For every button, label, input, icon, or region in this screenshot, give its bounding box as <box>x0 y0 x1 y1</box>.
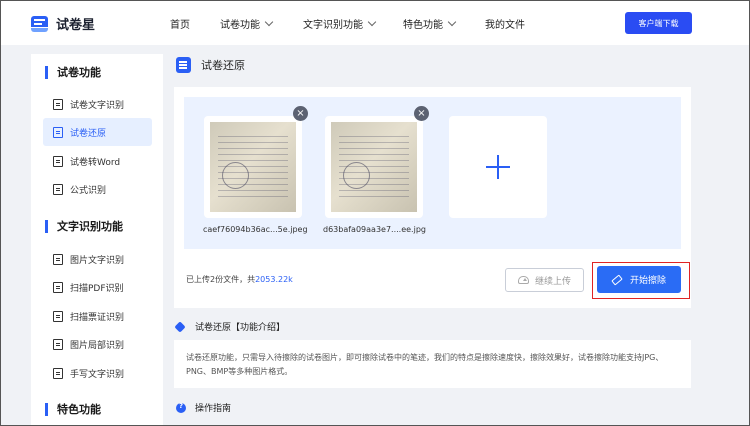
guide-heading[interactable]: 操作指南 <box>176 401 231 414</box>
sidebar-item-exam-text-recognition[interactable]: 试卷文字识别 <box>43 90 152 118</box>
sidebar-item-image-partial-recognition[interactable]: 图片局部识别 <box>43 330 152 358</box>
sidebar-item-label: 试卷转Word <box>70 157 121 168</box>
nav-home-label: 首页 <box>170 20 190 31</box>
file-name: caef76094b36ac...5e.jpeg <box>203 225 308 234</box>
sidebar-section-ocr: 文字识别功能 <box>45 220 123 233</box>
sidebar-item-exam-restore[interactable]: 试卷还原 <box>43 118 152 146</box>
sidebar-item-label: 扫描票证识别 <box>70 312 125 323</box>
nav-ocr-features-label: 文字识别功能 <box>303 20 363 31</box>
sidebar-item-label: 手写文字识别 <box>70 369 125 380</box>
nav-my-files[interactable]: 我的文件 <box>485 16 525 31</box>
intro-heading: 试卷还原【功能介绍】 <box>174 320 286 333</box>
page-title: 试卷还原 <box>201 59 245 72</box>
nav-home[interactable]: 首页 <box>170 16 190 31</box>
exam-paper-preview <box>331 122 417 212</box>
nav-ocr-features[interactable]: 文字识别功能 <box>303 16 377 31</box>
nav-special-features-label: 特色功能 <box>403 20 443 31</box>
intro-icon <box>174 320 186 333</box>
sidebar-item-image-text-recognition[interactable]: 图片文字识别 <box>43 245 152 273</box>
client-download-button[interactable]: 客户端下载 <box>625 12 692 34</box>
intro-text: 试卷还原功能，只需导入待擦除的试卷图片，即可擦除试卷中的笔迹，我们的特点是擦除速… <box>186 353 664 376</box>
sidebar-item-scan-pdf-recognition[interactable]: 扫描PDF识别 <box>43 273 152 301</box>
sidebar-section-special: 特色功能 <box>45 403 101 416</box>
close-icon: × <box>417 108 426 119</box>
sidebar-item-label: 扫描PDF识别 <box>70 283 124 294</box>
sidebar: 试卷功能 试卷文字识别 试卷还原 试卷转Word 公式识别 文字识别功能 图片文… <box>31 54 163 426</box>
nav-special-features[interactable]: 特色功能 <box>403 16 457 31</box>
sidebar-item-label: 试卷还原 <box>70 128 107 139</box>
ticket-icon <box>53 310 63 322</box>
file-name: d63bafa09aa3e7....ee.jpg <box>323 225 426 234</box>
formula-icon <box>53 183 63 195</box>
top-navigation: 试卷星 首页 试卷功能 文字识别功能 特色功能 我的文件 客户端下载 <box>0 0 750 45</box>
nav-exam-features-label: 试卷功能 <box>220 20 260 31</box>
nav-exam-features[interactable]: 试卷功能 <box>220 16 274 31</box>
sidebar-item-label: 图片局部识别 <box>70 340 125 351</box>
chevron-down-icon <box>264 17 274 27</box>
upload-summary: 已上传2份文件，共2053.22k <box>186 274 293 285</box>
sidebar-item-label: 图片文字识别 <box>70 255 125 266</box>
document-icon <box>53 155 63 167</box>
help-icon <box>176 402 186 413</box>
sidebar-section-exam: 试卷功能 <box>45 66 101 79</box>
page-header: 试卷还原 <box>176 57 245 73</box>
continue-upload-button[interactable]: 继续上传 <box>505 268 584 292</box>
upload-total-size: 2053.22k <box>255 275 293 284</box>
file-thumbnail[interactable] <box>204 116 302 218</box>
continue-upload-label: 继续上传 <box>534 276 571 287</box>
image-icon <box>53 253 63 265</box>
exam-restore-icon <box>176 57 191 73</box>
intro-title: 试卷还原【功能介绍】 <box>195 323 286 333</box>
logo-text: 试卷星 <box>56 18 96 33</box>
intro-card: 试卷还原功能，只需导入待擦除的试卷图片，即可擦除试卷中的笔迹，我们的特点是擦除速… <box>174 340 691 388</box>
upload-summary-text: 已上传2份文件，共 <box>186 275 256 284</box>
eraser-icon <box>611 273 623 286</box>
add-file-button[interactable] <box>449 116 547 218</box>
sidebar-item-handwriting-recognition[interactable]: 手写文字识别 <box>43 359 152 387</box>
start-erase-button[interactable]: 开始擦除 <box>597 266 681 293</box>
document-icon <box>53 98 63 110</box>
chevron-down-icon <box>367 17 377 27</box>
remove-file-button[interactable]: × <box>293 106 308 121</box>
upload-area[interactable]: × caef76094b36ac...5e.jpeg × d63bafa09aa… <box>184 97 681 249</box>
cloud-upload-icon <box>517 276 529 284</box>
nav-my-files-label: 我的文件 <box>485 20 525 31</box>
sidebar-item-label: 公式识别 <box>70 185 107 196</box>
logo-icon <box>31 15 48 32</box>
sidebar-item-exam-to-word[interactable]: 试卷转Word <box>43 147 152 175</box>
document-icon <box>53 126 63 138</box>
exam-paper-preview <box>210 122 296 212</box>
sidebar-item-formula-recognition[interactable]: 公式识别 <box>43 175 152 203</box>
start-erase-label: 开始擦除 <box>629 276 666 286</box>
close-icon: × <box>296 108 305 119</box>
remove-file-button[interactable]: × <box>414 106 429 121</box>
sidebar-item-label: 试卷文字识别 <box>70 100 125 111</box>
file-thumbnail[interactable] <box>325 116 423 218</box>
chevron-down-icon <box>447 17 457 27</box>
guide-title: 操作指南 <box>195 404 232 414</box>
crop-icon <box>53 338 63 350</box>
sidebar-item-scan-ticket-recognition[interactable]: 扫描票证识别 <box>43 302 152 330</box>
logo[interactable]: 试卷星 <box>31 14 95 33</box>
pdf-icon <box>53 281 63 293</box>
handwriting-icon <box>53 367 63 379</box>
